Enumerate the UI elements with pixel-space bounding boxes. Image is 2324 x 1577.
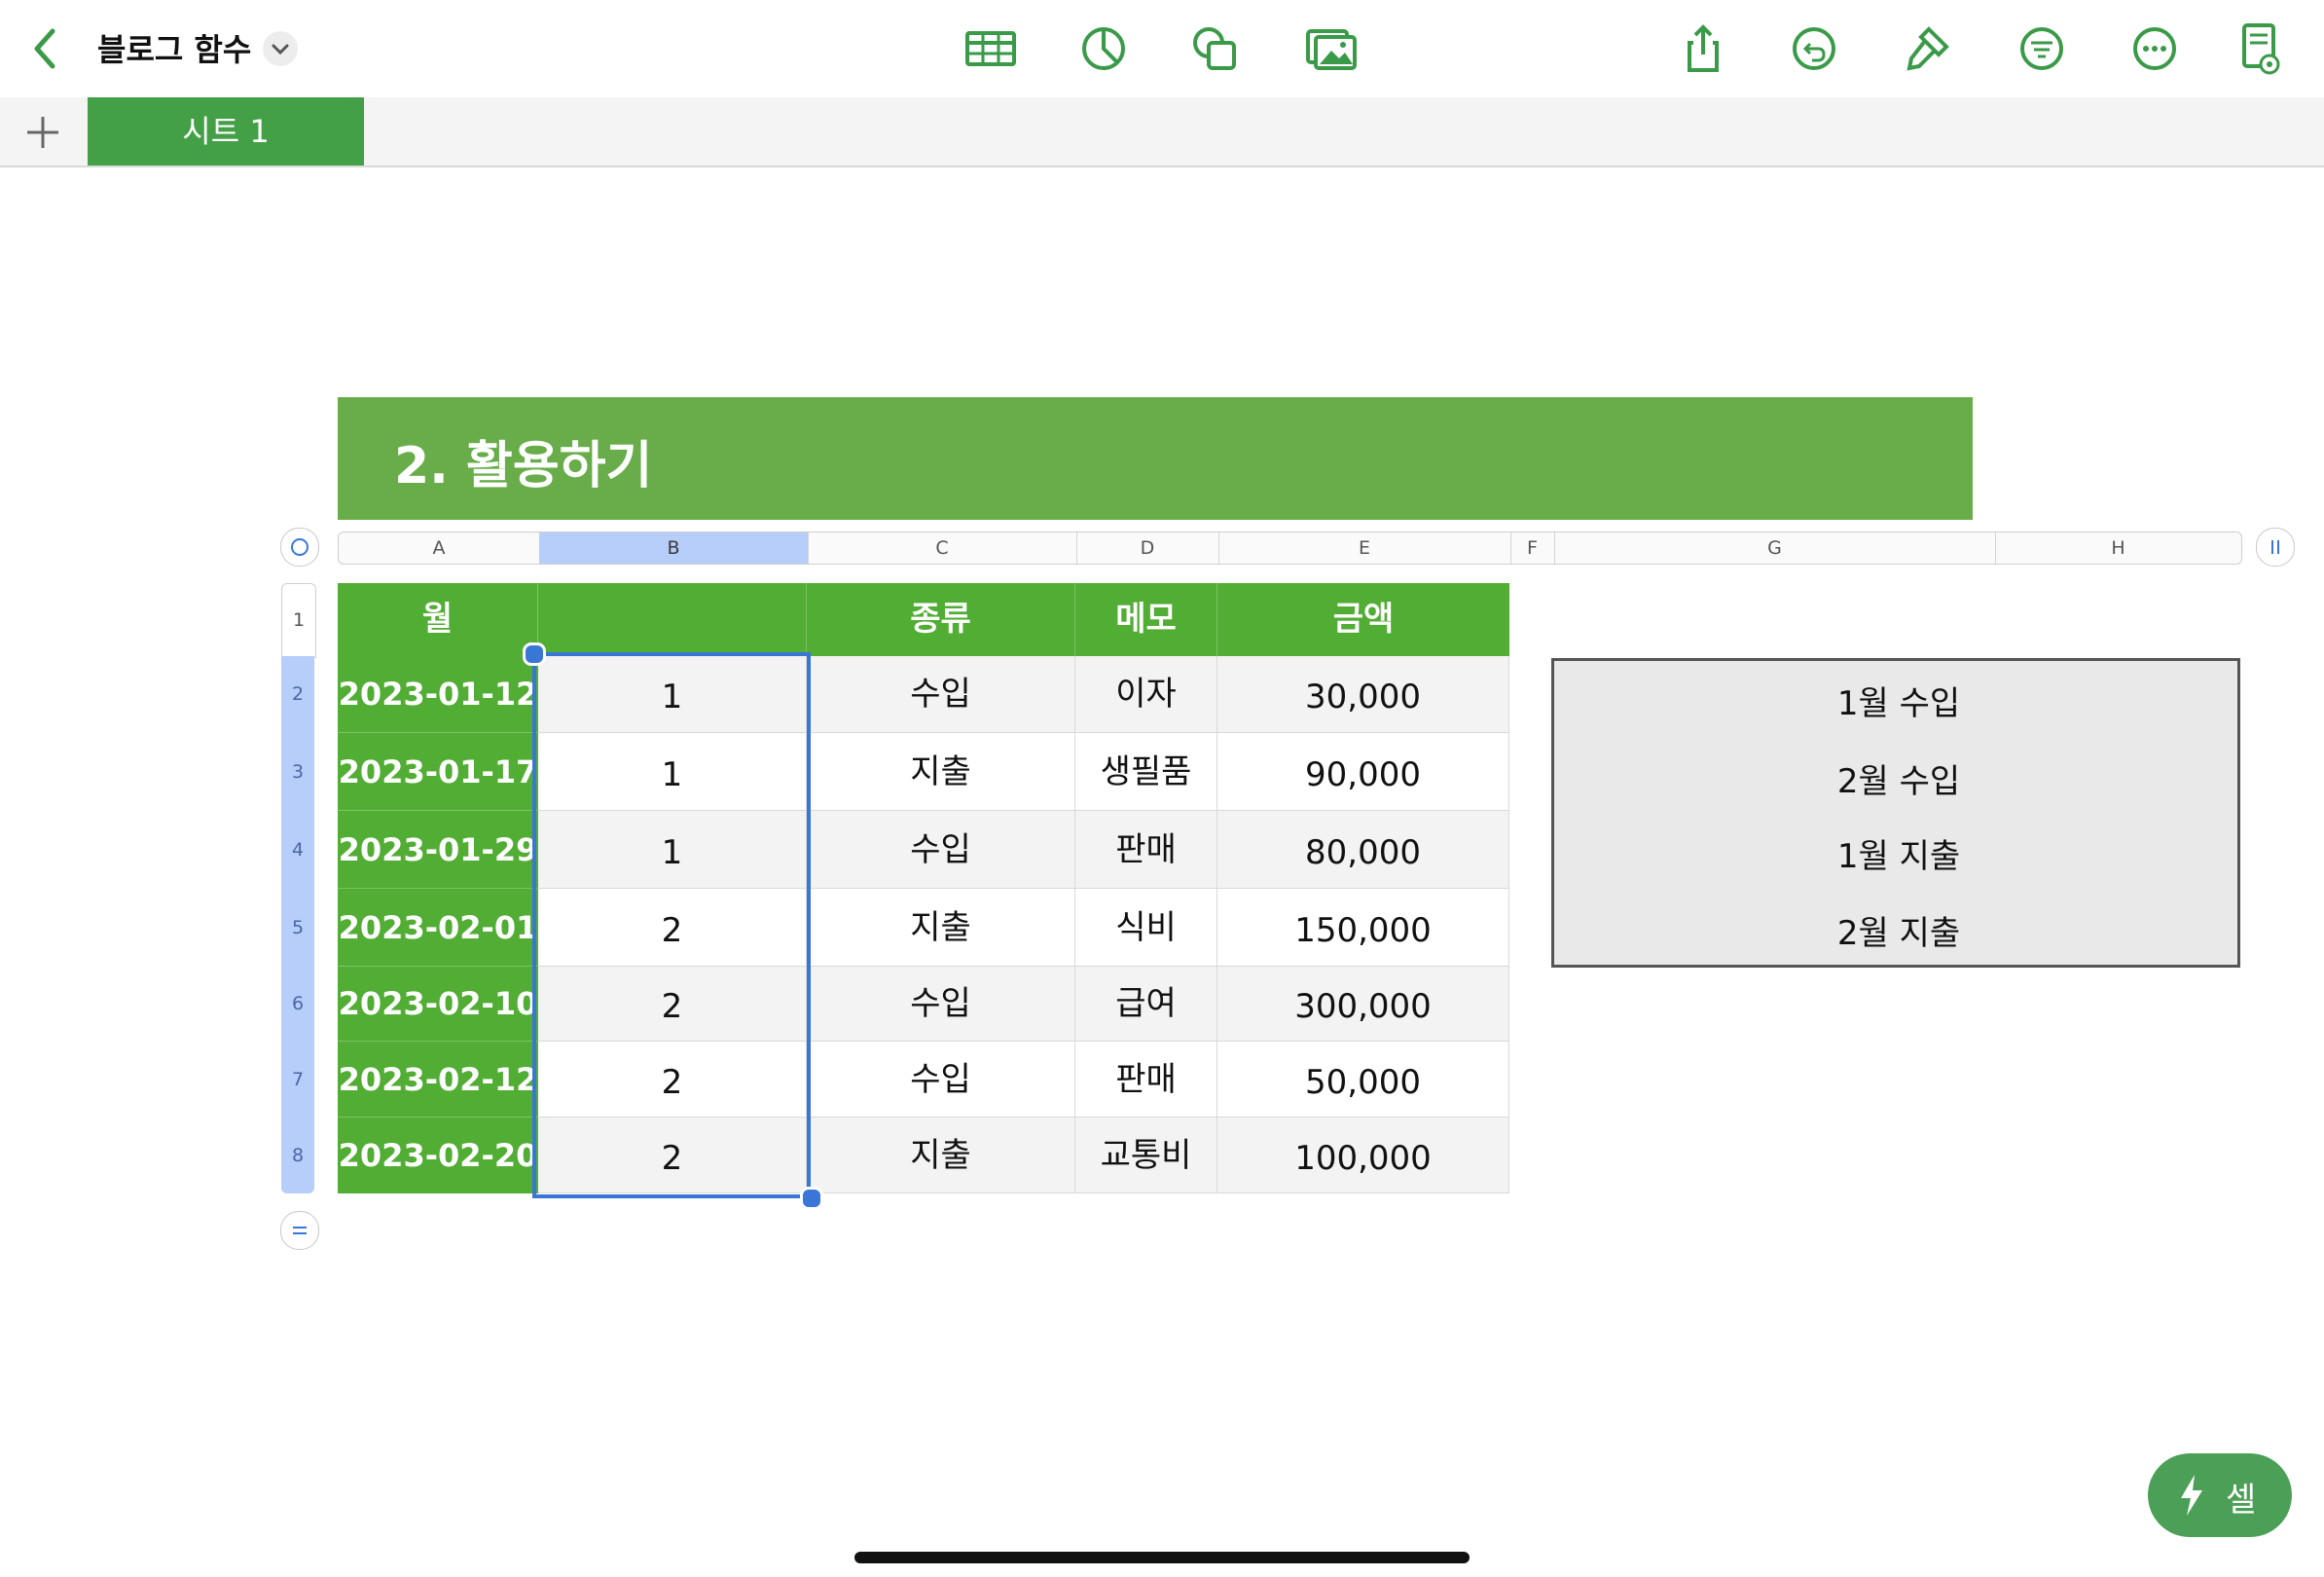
column-header-g[interactable]: G [1554, 532, 1996, 564]
header-cell-type[interactable]: 종류 [807, 583, 1075, 656]
selection-handle-bottom[interactable] [800, 1187, 823, 1210]
header-cell-memo[interactable]: 메모 [1075, 583, 1217, 656]
column-header-bar: A B C D E F G H [338, 532, 2242, 565]
title-text: 2. 활용하기 [394, 437, 653, 495]
row-header-2[interactable]: 2 [281, 656, 314, 733]
table-cell[interactable]: 급여 [1075, 967, 1217, 1042]
column-header-h[interactable]: H [1995, 532, 2241, 564]
summary-item: 2월 수입 [1836, 762, 1961, 801]
table-cell[interactable]: 100,000 [1217, 1118, 1509, 1193]
document-title[interactable]: 블로그 함수 [97, 25, 251, 70]
table-cell[interactable]: 판매 [1075, 1042, 1217, 1118]
row-header-5[interactable]: 5 [281, 889, 314, 967]
plus-icon[interactable] [19, 111, 66, 154]
date-cell[interactable]: 2023-01-29 [338, 811, 538, 889]
header-cell-amount[interactable]: 금액 [1217, 583, 1509, 656]
row-header-6[interactable]: 6 [281, 967, 314, 1042]
date-cell[interactable]: 2023-01-12 [338, 656, 538, 733]
table-cell[interactable]: 식비 [1075, 889, 1217, 967]
row-header-8[interactable]: 8 [281, 1118, 314, 1193]
table-cell[interactable]: 수입 [807, 811, 1075, 889]
column-header-b[interactable]: B [539, 532, 809, 564]
table-cell[interactable]: 수입 [807, 967, 1075, 1042]
shapes-icon[interactable] [1187, 21, 1242, 76]
table-cell[interactable]: 판매 [1075, 811, 1217, 889]
date-cell[interactable]: 2023-02-10 [338, 967, 538, 1042]
toolbar: 블로그 함수 [0, 0, 2324, 99]
date-cell[interactable]: 2023-02-01 [338, 889, 538, 967]
date-cell[interactable]: 2023-01-17 [338, 733, 538, 811]
media-icon[interactable] [1304, 21, 1359, 76]
table-icon[interactable] [963, 21, 1018, 76]
row-header-3[interactable]: 3 [281, 733, 314, 811]
table-cell[interactable]: 90,000 [1217, 733, 1509, 811]
row-header-4[interactable]: 4 [281, 811, 314, 889]
row-header-1[interactable]: 1 [281, 583, 316, 658]
back-chevron-icon[interactable] [18, 21, 72, 76]
table-cell[interactable]: 수입 [807, 656, 1075, 733]
row-header-7[interactable]: 7 [281, 1042, 314, 1118]
header-cell-b[interactable] [538, 583, 807, 656]
home-indicator [854, 1552, 1470, 1563]
filter-icon[interactable] [2015, 21, 2069, 76]
table-cell[interactable]: 생필품 [1075, 733, 1217, 811]
table-cell[interactable]: 지출 [807, 889, 1075, 967]
select-table-circle-icon[interactable] [280, 528, 319, 567]
column-header-f[interactable]: F [1510, 532, 1555, 564]
header-cell-month[interactable]: 월 [338, 583, 538, 656]
format-brush-icon[interactable] [1900, 21, 1954, 76]
column-header-d[interactable]: D [1076, 532, 1219, 564]
add-row-handle-icon[interactable] [280, 1211, 319, 1250]
view-document-icon[interactable] [2233, 21, 2287, 76]
table-cell[interactable]: 50,000 [1217, 1042, 1509, 1118]
sheet-tab-bar: 시트 1 [0, 97, 2324, 167]
table-cell[interactable]: 150,000 [1217, 889, 1509, 967]
title-text-box[interactable]: 2. 활용하기 [338, 397, 1973, 520]
table-cell[interactable]: 80,000 [1217, 811, 1509, 889]
table-cell[interactable]: 지출 [807, 1118, 1075, 1193]
table-cell[interactable]: 30,000 [1217, 656, 1509, 733]
chart-pie-icon[interactable] [1076, 21, 1131, 76]
cell-selection[interactable] [532, 652, 811, 1198]
table-cell[interactable]: 지출 [807, 733, 1075, 811]
summary-item: 1월 수입 [1836, 684, 1961, 723]
table-cell[interactable]: 교통비 [1075, 1118, 1217, 1193]
table-cell[interactable]: 300,000 [1217, 967, 1509, 1042]
date-cell[interactable]: 2023-02-12 [338, 1042, 538, 1118]
column-header-e[interactable]: E [1218, 532, 1511, 564]
more-icon[interactable] [2127, 21, 2182, 76]
sheet-tab[interactable]: 시트 1 [88, 97, 364, 165]
title-menu-chevron-icon[interactable] [263, 31, 298, 66]
lightning-icon [2177, 1473, 2206, 1522]
summary-text-box[interactable]: 1월 수입 2월 수입 1월 지출 2월 지출 [1551, 658, 2240, 968]
cell-action-button[interactable]: 셀 [2148, 1453, 2292, 1537]
summary-item: 2월 지출 [1836, 914, 1961, 953]
column-header-c[interactable]: C [808, 532, 1077, 564]
undo-icon[interactable] [1787, 21, 1841, 76]
selection-handle-top[interactable] [523, 642, 546, 666]
cell-button-label: 셀 [2226, 1481, 2257, 1520]
table-cell[interactable]: 이자 [1075, 656, 1217, 733]
add-column-handle-icon[interactable] [2256, 528, 2295, 567]
summary-item: 1월 지출 [1836, 837, 1961, 876]
table-cell[interactable]: 수입 [807, 1042, 1075, 1118]
column-header-a[interactable]: A [339, 532, 540, 564]
date-cell[interactable]: 2023-02-20 [338, 1118, 538, 1193]
share-icon[interactable] [1676, 21, 1730, 76]
